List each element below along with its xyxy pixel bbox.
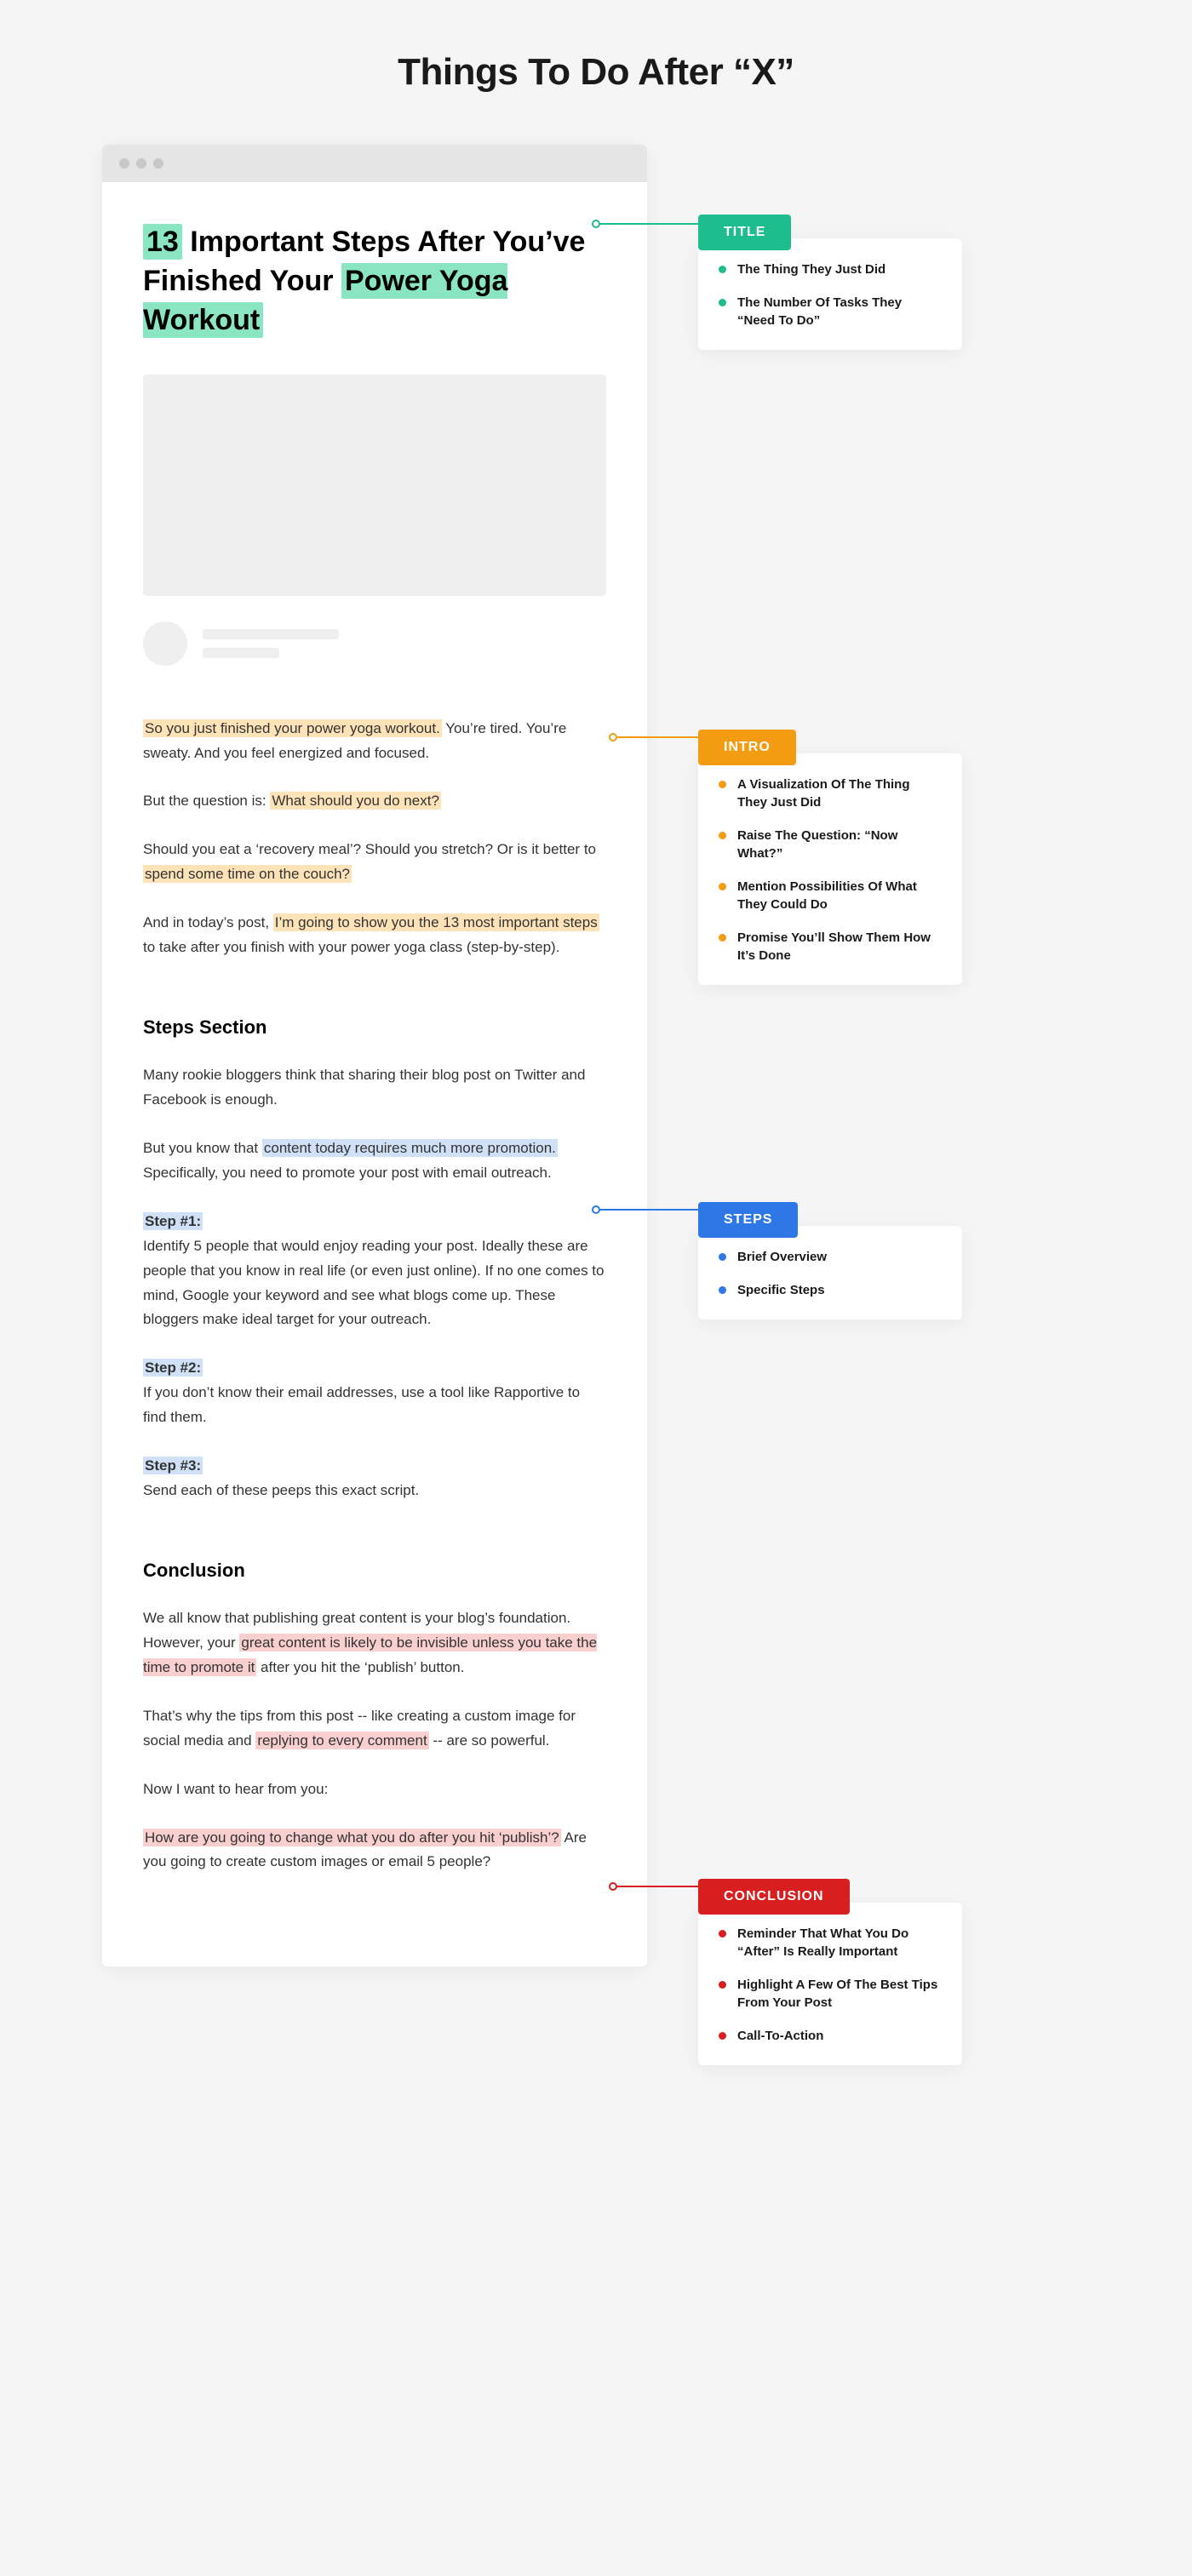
text: Should you eat a ‘recovery meal’? Should… xyxy=(143,841,596,857)
card-item: Promise You’ll Show Them How It’s Done xyxy=(719,929,942,965)
connector-title xyxy=(596,223,698,225)
step-label: Step #1: xyxy=(143,1212,203,1230)
canvas: 13 Important Steps After You’ve Finished… xyxy=(68,145,1124,1966)
article-title: 13 Important Steps After You’ve Finished… xyxy=(143,223,606,341)
connector-steps xyxy=(596,1209,698,1211)
card-item: Highlight A Few Of The Best Tips From Yo… xyxy=(719,1976,942,2012)
card-item: Reminder That What You Do “After” Is Rea… xyxy=(719,1925,942,1961)
conclusion-paragraph: We all know that publishing great conten… xyxy=(143,1606,606,1680)
text: after you hit the ‘publish’ button. xyxy=(256,1659,464,1675)
card-tab-title: TITLE xyxy=(698,215,791,250)
card-intro: INTRO A Visualization Of The Thing They … xyxy=(698,753,962,985)
connector-dot xyxy=(592,1205,600,1214)
connector-dot xyxy=(609,1882,617,1891)
step-item: Step #1: Identify 5 people that would en… xyxy=(143,1210,606,1332)
step-body: Send each of these peeps this exact scri… xyxy=(143,1482,419,1498)
steps-paragraph: But you know that content today requires… xyxy=(143,1136,606,1186)
text: Specifically, you need to promote your p… xyxy=(143,1165,552,1181)
window-dot xyxy=(153,158,163,169)
card-item: The Number Of Tasks They “Need To Do” xyxy=(719,294,942,329)
browser-chrome xyxy=(102,145,647,182)
text: But the question is: xyxy=(143,793,270,809)
page-root: Things To Do After “X” 13 Important Step… xyxy=(0,0,1192,2069)
intro-paragraph: So you just finished your power yoga wor… xyxy=(143,717,606,766)
conclusion-paragraph: How are you going to change what you do … xyxy=(143,1826,606,1875)
steps-heading: Steps Section xyxy=(143,1011,606,1043)
card-conclusion: CONCLUSION Reminder That What You Do “Af… xyxy=(698,1903,962,2065)
text: But you know that xyxy=(143,1140,262,1156)
connector-conclusion xyxy=(613,1886,698,1887)
window-dot xyxy=(136,158,146,169)
intro-hl: What should you do next? xyxy=(270,792,441,810)
step-item: Step #3: Send each of these peeps this e… xyxy=(143,1454,606,1503)
step-label: Step #3: xyxy=(143,1457,203,1474)
text-placeholder xyxy=(203,629,339,639)
step-body: If you don’t know their email addresses,… xyxy=(143,1384,580,1425)
card-item: The Thing They Just Did xyxy=(719,260,942,278)
card-item: A Visualization Of The Thing They Just D… xyxy=(719,776,942,811)
hero-placeholder xyxy=(143,375,606,596)
steps-hl: content today requires much more promoti… xyxy=(262,1139,558,1157)
article-body: 13 Important Steps After You’ve Finished… xyxy=(102,182,647,1966)
intro-paragraph: But the question is: What should you do … xyxy=(143,789,606,814)
conclusion-hl: How are you going to change what you do … xyxy=(143,1829,561,1846)
connector-dot xyxy=(592,220,600,228)
step-body: Identify 5 people that would enjoy readi… xyxy=(143,1238,604,1328)
step-item: Step #2: If you don’t know their email a… xyxy=(143,1356,606,1430)
avatar-placeholder xyxy=(143,621,187,666)
connector-dot xyxy=(609,733,617,741)
title-number: 13 xyxy=(143,224,182,260)
card-tab-conclusion: CONCLUSION xyxy=(698,1879,850,1915)
intro-hl: spend some time on the couch? xyxy=(143,865,352,883)
page-title: Things To Do After “X” xyxy=(68,51,1124,94)
steps-paragraph: Many rookie bloggers think that sharing … xyxy=(143,1063,606,1113)
browser-mock: 13 Important Steps After You’ve Finished… xyxy=(102,145,647,1966)
card-tab-steps: STEPS xyxy=(698,1202,798,1238)
text-placeholder xyxy=(203,648,279,658)
conclusion-paragraph: That’s why the tips from this post -- li… xyxy=(143,1704,606,1754)
intro-hl: I’m going to show you the 13 most import… xyxy=(273,913,599,931)
intro-paragraph: Should you eat a ‘recovery meal’? Should… xyxy=(143,838,606,887)
intro-hl: So you just finished your power yoga wor… xyxy=(143,719,442,737)
conclusion-heading: Conclusion xyxy=(143,1554,606,1586)
card-item: Brief Overview xyxy=(719,1248,942,1266)
card-item: Mention Possibilities Of What They Could… xyxy=(719,878,942,913)
card-item: Call-To-Action xyxy=(719,2027,942,2045)
intro-paragraph: And in today’s post, I’m going to show y… xyxy=(143,911,606,960)
author-placeholder xyxy=(143,621,606,666)
text: to take after you finish with your power… xyxy=(143,939,559,955)
conclusion-paragraph: Now I want to hear from you: xyxy=(143,1777,606,1802)
text: And in today’s post, xyxy=(143,914,273,930)
conclusion-hl: replying to every comment xyxy=(255,1732,428,1749)
window-dot xyxy=(119,158,129,169)
card-tab-intro: INTRO xyxy=(698,730,796,765)
connector-intro xyxy=(613,736,698,738)
card-steps: STEPS Brief Overview Specific Steps xyxy=(698,1226,962,1319)
card-title: TITLE The Thing They Just Did The Number… xyxy=(698,238,962,350)
card-item: Raise The Question: “Now What?” xyxy=(719,827,942,862)
card-item: Specific Steps xyxy=(719,1281,942,1299)
step-label: Step #2: xyxy=(143,1359,203,1377)
text: -- are so powerful. xyxy=(429,1732,550,1749)
